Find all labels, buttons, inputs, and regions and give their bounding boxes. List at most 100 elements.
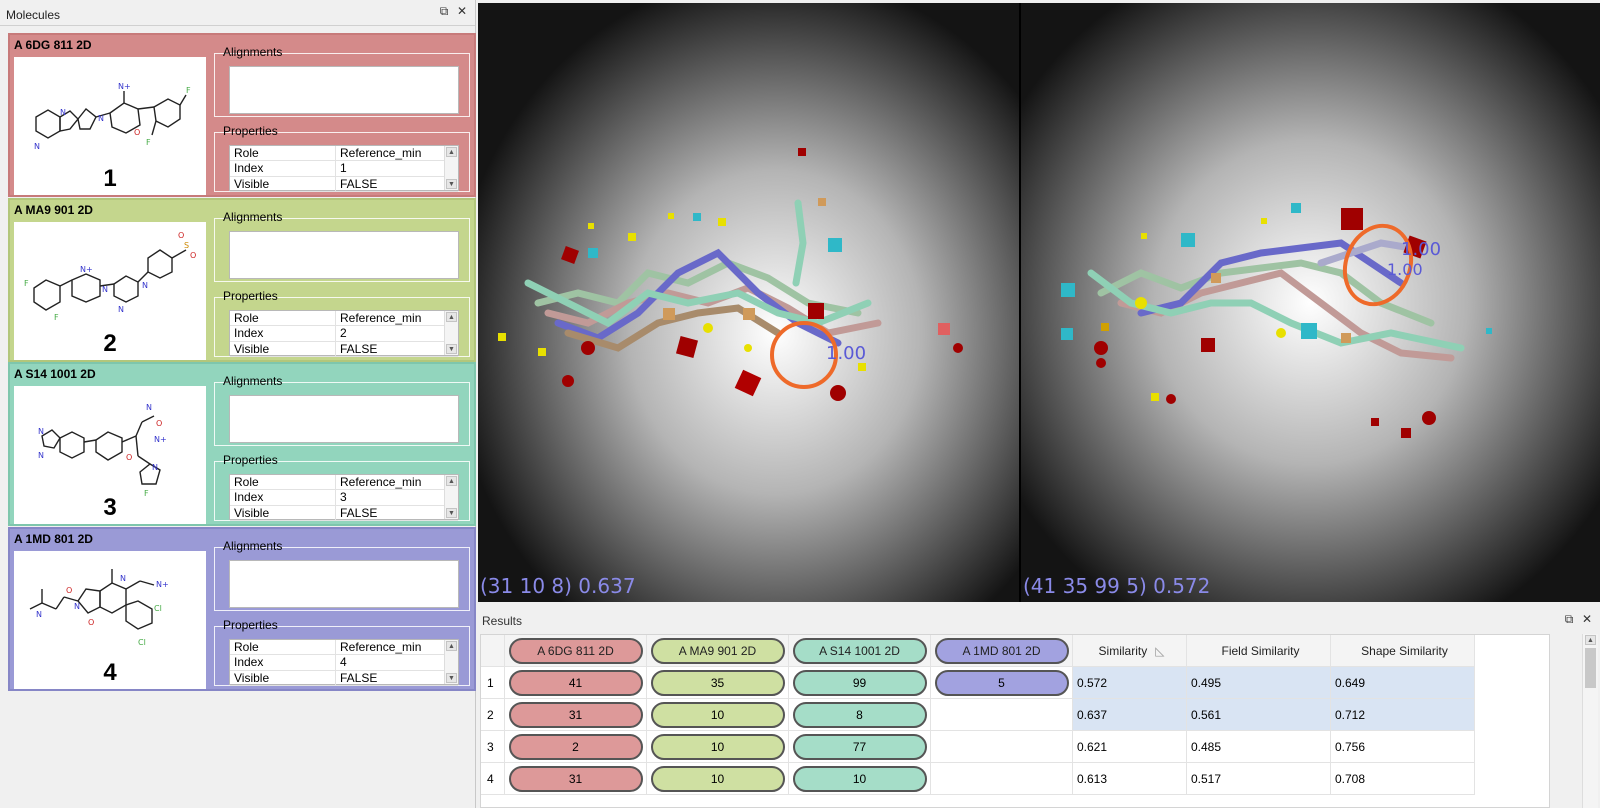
molecule-cell[interactable]: 99: [789, 667, 931, 699]
table-row[interactable]: 1 41 35 99 5 0.572 0.495 0.649: [481, 667, 1549, 699]
property-value[interactable]: 2: [336, 326, 458, 340]
alignments-list[interactable]: [229, 395, 459, 443]
molecule-pill[interactable]: 10: [650, 765, 785, 792]
molecule-cell[interactable]: 2: [505, 731, 647, 763]
molecule-pill[interactable]: 35: [650, 669, 785, 696]
properties-scrollbar[interactable]: ▲ ▼: [444, 146, 458, 190]
similarity-cell[interactable]: 0.621: [1073, 731, 1187, 763]
molecule-card[interactable]: A MA9 901 2D N+ N N N S OO FF 2 Alignmen…: [8, 198, 476, 362]
field-similarity-cell[interactable]: 0.561: [1187, 699, 1331, 731]
shape-similarity-cell[interactable]: 0.712: [1331, 699, 1475, 731]
molecule-pill[interactable]: 5: [934, 669, 1069, 696]
molecule-column-pill[interactable]: A 6DG 811 2D: [508, 637, 643, 664]
scroll-up-icon[interactable]: ▲: [446, 312, 457, 322]
molecule-pill[interactable]: 99: [792, 669, 927, 696]
molecule-card[interactable]: A S14 1001 2D N N N N+ N OO F 3 Alignmen…: [8, 362, 476, 526]
scroll-thumb[interactable]: [1585, 648, 1596, 688]
property-value[interactable]: FALSE: [336, 342, 458, 356]
column-header-shape-similarity[interactable]: Shape Similarity: [1331, 635, 1475, 667]
similarity-cell[interactable]: 0.613: [1073, 763, 1187, 795]
molecule-cell[interactable]: 10: [789, 763, 931, 795]
molecule-column-pill[interactable]: A 1MD 801 2D: [934, 637, 1069, 664]
property-value[interactable]: FALSE: [336, 177, 458, 191]
property-value[interactable]: Reference_min: [336, 146, 458, 160]
molecule-card[interactable]: A 6DG 811 2D N N N N+ O F F 1 Alignments…: [8, 33, 476, 197]
property-value[interactable]: 3: [336, 490, 458, 504]
column-header-field-similarity[interactable]: Field Similarity: [1187, 635, 1331, 667]
shape-similarity-cell[interactable]: 0.756: [1331, 731, 1475, 763]
molecule-cell[interactable]: 77: [789, 731, 931, 763]
molecule-pill[interactable]: 31: [508, 701, 643, 728]
molecule-cell[interactable]: 10: [647, 731, 789, 763]
property-value[interactable]: Reference_min: [336, 311, 458, 325]
properties-table[interactable]: Role Reference_min Index 1 Visible FALSE ▲ …: [229, 145, 459, 192]
alignments-list[interactable]: [229, 231, 459, 279]
property-value[interactable]: Reference_min: [336, 640, 458, 654]
similarity-cell[interactable]: 0.637: [1073, 699, 1187, 731]
close-icon[interactable]: ✕: [455, 4, 469, 18]
molecule-pill[interactable]: 8: [792, 701, 927, 728]
field-similarity-cell[interactable]: 0.485: [1187, 731, 1331, 763]
alignments-list[interactable]: [229, 560, 459, 608]
molecule-pill[interactable]: 31: [508, 765, 643, 792]
column-header-similarity[interactable]: Similarity ◺: [1073, 635, 1187, 667]
column-header[interactable]: A MA9 901 2D: [647, 635, 789, 667]
properties-table[interactable]: Role Reference_min Index 4 Visible FALSE ▲ …: [229, 639, 459, 686]
close-icon[interactable]: ✕: [1580, 612, 1594, 626]
property-value[interactable]: FALSE: [336, 506, 458, 520]
properties-table[interactable]: Role Reference_min Index 2 Visible FALSE ▲ …: [229, 310, 459, 357]
field-similarity-cell[interactable]: 0.495: [1187, 667, 1331, 699]
shape-similarity-cell[interactable]: 0.708: [1331, 763, 1475, 795]
property-value[interactable]: FALSE: [336, 671, 458, 685]
molecule-cell-empty[interactable]: [931, 731, 1073, 763]
column-header[interactable]: A 1MD 801 2D: [931, 635, 1073, 667]
molecule-cell[interactable]: 5: [931, 667, 1073, 699]
properties-scrollbar[interactable]: ▲ ▼: [444, 640, 458, 684]
table-row[interactable]: 2 31 10 8 0.637 0.561 0.712: [481, 699, 1549, 731]
table-row[interactable]: 3 2 10 77 0.621 0.485 0.756: [481, 731, 1549, 763]
property-value[interactable]: 1: [336, 161, 458, 175]
molecule-cell[interactable]: 41: [505, 667, 647, 699]
3d-view-left[interactable]: 1.00 (31 10 8) 0.637: [478, 3, 1019, 602]
properties-scrollbar[interactable]: ▲ ▼: [444, 475, 458, 519]
table-row[interactable]: 4 31 10 10 0.613 0.517 0.708: [481, 763, 1549, 795]
molecule-pill[interactable]: 10: [650, 701, 785, 728]
molecule-pill[interactable]: 10: [792, 765, 927, 792]
alignments-list[interactable]: [229, 66, 459, 114]
molecule-pill[interactable]: 77: [792, 733, 927, 760]
molecule-pill[interactable]: 10: [650, 733, 785, 760]
shape-similarity-cell[interactable]: 0.649: [1331, 667, 1475, 699]
property-value[interactable]: Reference_min: [336, 475, 458, 489]
molecule-cell-empty[interactable]: [931, 763, 1073, 795]
molecule-cell[interactable]: 31: [505, 699, 647, 731]
similarity-cell[interactable]: 0.572: [1073, 667, 1187, 699]
molecule-column-pill[interactable]: A S14 1001 2D: [792, 637, 927, 664]
molecule-cell[interactable]: 31: [505, 763, 647, 795]
molecule-pill[interactable]: 2: [508, 733, 643, 760]
3d-viewport[interactable]: 1.00 (31 10 8) 0.637 1.00 1.00 (41 35 99…: [478, 3, 1600, 602]
molecule-column-pill[interactable]: A MA9 901 2D: [650, 637, 785, 664]
molecule-cell[interactable]: 10: [647, 699, 789, 731]
properties-scrollbar[interactable]: ▲ ▼: [444, 311, 458, 355]
scroll-down-icon[interactable]: ▼: [446, 344, 457, 354]
3d-view-right[interactable]: 1.00 1.00 (41 35 99 5) 0.572: [1021, 3, 1600, 602]
scroll-up-icon[interactable]: ▲: [446, 641, 457, 651]
field-similarity-cell[interactable]: 0.517: [1187, 763, 1331, 795]
results-scrollbar[interactable]: ▲: [1582, 634, 1598, 808]
molecule-cell[interactable]: 10: [647, 763, 789, 795]
molecule-cell-empty[interactable]: [931, 699, 1073, 731]
column-header[interactable]: A 6DG 811 2D: [505, 635, 647, 667]
molecule-pill[interactable]: 41: [508, 669, 643, 696]
restore-icon[interactable]: ⧉: [1562, 612, 1576, 626]
properties-table[interactable]: Role Reference_min Index 3 Visible FALSE ▲ …: [229, 474, 459, 521]
molecule-cell[interactable]: 35: [647, 667, 789, 699]
scroll-down-icon[interactable]: ▼: [446, 508, 457, 518]
scroll-down-icon[interactable]: ▼: [446, 179, 457, 189]
scroll-up-icon[interactable]: ▲: [1585, 635, 1596, 645]
restore-icon[interactable]: ⧉: [437, 4, 451, 18]
scroll-down-icon[interactable]: ▼: [446, 673, 457, 683]
molecule-cell[interactable]: 8: [789, 699, 931, 731]
property-value[interactable]: 4: [336, 655, 458, 669]
scroll-up-icon[interactable]: ▲: [446, 147, 457, 157]
column-header[interactable]: A S14 1001 2D: [789, 635, 931, 667]
